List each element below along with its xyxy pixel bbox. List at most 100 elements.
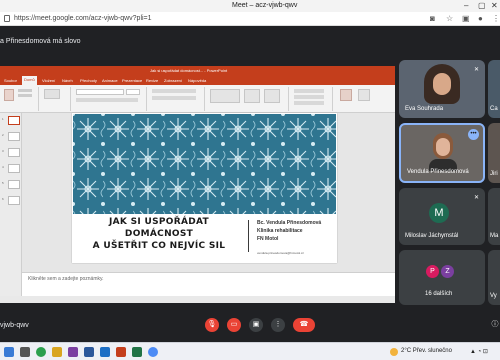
more-options-icon[interactable]: ••• — [468, 129, 479, 140]
self-tile[interactable]: Vy — [488, 250, 500, 305]
paste-icon[interactable] — [4, 89, 14, 101]
lock-icon — [4, 15, 10, 22]
slide-title: JAK SI USPOŘÁDAT DOMÁCNOST A UŠETŘIT CO … — [78, 216, 240, 252]
minimize-icon[interactable]: – — [464, 1, 468, 10]
chrome-icon[interactable] — [36, 347, 46, 357]
url-text[interactable]: https://meet.google.com/acz-vjwb-qwv?pli… — [14, 15, 152, 22]
tab-animace[interactable]: Animace — [102, 78, 118, 83]
slide-thumbnail[interactable] — [8, 180, 20, 189]
outlook-icon[interactable] — [100, 347, 110, 357]
profile-icon[interactable]: ● — [478, 14, 483, 23]
extensions-icon[interactable]: ▣ — [462, 14, 470, 23]
participant-tile[interactable]: M ✕ Miloslav Jáchymstál — [399, 188, 485, 245]
tab-navrh[interactable]: Návrh — [62, 78, 73, 83]
participant-name: Miloslav Jáchymstál — [405, 233, 459, 239]
maximize-icon[interactable]: ▢ — [478, 1, 486, 10]
tab-prezentace[interactable]: Prezentace — [122, 78, 142, 83]
current-slide[interactable]: JAK SI USPOŘÁDAT DOMÁCNOST A UŠETŘIT CO … — [72, 113, 337, 263]
camera-off-button[interactable]: ▭ — [227, 318, 241, 332]
participant-name: Vendula Přinesdomová — [407, 169, 469, 175]
weather-text: 2°C Přev. slunečno — [401, 348, 452, 354]
browser-icon[interactable] — [148, 347, 158, 357]
powerpoint-ribbon — [0, 85, 395, 113]
slide-thumbnail[interactable] — [8, 116, 20, 125]
paragraph-buttons[interactable] — [152, 89, 196, 93]
speaker-notes-pane[interactable]: Klikněte sem a zadejte poznámky. — [22, 272, 395, 296]
arrange-button[interactable] — [244, 89, 260, 103]
slide-thumbnail[interactable] — [8, 132, 20, 141]
others-tile[interactable]: P Z 16 dalších — [399, 250, 485, 305]
thumb-number: 4 — [2, 165, 4, 169]
slide-author-block: Bc. Vendula Přinesdomová Klinika rehabil… — [257, 219, 321, 243]
participant-name: Vy — [490, 293, 497, 299]
thumb-number: 6 — [2, 197, 4, 201]
system-tray-icons[interactable]: ▲ ◔ ⊡ — [470, 348, 488, 355]
shapes-gallery[interactable] — [210, 89, 240, 103]
ribbon-divider — [332, 87, 333, 111]
font-size-select[interactable] — [126, 89, 140, 95]
quick-styles-button[interactable] — [264, 89, 280, 103]
thumb-number: 2 — [2, 133, 4, 137]
excel-icon[interactable] — [132, 347, 142, 357]
participant-tile-active[interactable]: ••• Vendula Přinesdomová — [399, 123, 485, 183]
font-family-select[interactable] — [76, 89, 124, 95]
search-icon[interactable] — [20, 347, 30, 357]
menu-icon[interactable]: ⋮ — [492, 14, 500, 23]
ribbon-divider — [288, 87, 289, 111]
participant-tile[interactable]: ✕ Eva Souhrada — [399, 60, 485, 118]
more-options-button[interactable]: ⋮ — [271, 318, 285, 332]
replace-button[interactable] — [294, 95, 324, 99]
file-explorer-icon[interactable] — [52, 347, 62, 357]
hang-up-button[interactable]: ☎ — [293, 318, 315, 332]
tab-soubor[interactable]: Soubor — [4, 78, 17, 83]
camera-icon[interactable]: ◙ — [430, 14, 435, 23]
address-bar[interactable]: https://meet.google.com/acz-vjwb-qwv?pli… — [0, 12, 500, 26]
find-button[interactable] — [294, 89, 324, 93]
slide-thumbnail[interactable] — [8, 196, 20, 205]
tab-domu[interactable]: Domů — [22, 76, 37, 85]
windows-start-icon[interactable] — [4, 347, 14, 357]
slide-thumbnail[interactable] — [8, 148, 20, 157]
mic-off-icon: ✕ — [473, 195, 479, 201]
cut-icon[interactable] — [18, 89, 32, 92]
new-slide-icon[interactable] — [44, 89, 60, 99]
participant-tile[interactable]: Jiri — [488, 123, 500, 183]
dictate-icon[interactable] — [340, 89, 352, 101]
presenter-label: a Přinesdomová má slovo — [0, 38, 81, 45]
font-format-buttons[interactable] — [76, 98, 138, 102]
participant-name: Ca — [490, 106, 498, 112]
word-icon[interactable] — [84, 347, 94, 357]
tab-napoveda[interactable]: Nápověda — [188, 78, 206, 83]
windows-taskbar: 2°C Přev. slunečno ▲ ◔ ⊡ — [0, 342, 500, 360]
close-icon[interactable]: ✕ — [491, 1, 498, 10]
tab-prechody[interactable]: Přechody — [80, 78, 97, 83]
mic-off-button[interactable]: 🎙 — [205, 318, 219, 332]
app-icon[interactable] — [68, 347, 78, 357]
alignment-buttons[interactable] — [152, 96, 196, 100]
info-icon[interactable]: ⓘ — [488, 318, 500, 332]
window-title: Meet – acz-vjwb-qwv — [232, 2, 298, 9]
powerpoint-title-bar: Jak si uspořádat domácnost... - PowerPoi… — [0, 66, 395, 75]
notes-placeholder: Klikněte sem a zadejte poznámky. — [28, 276, 104, 282]
designer-icon[interactable] — [358, 89, 370, 101]
powerpoint-icon[interactable] — [116, 347, 126, 357]
meet-header: a Přinesdomová má slovo — [0, 26, 500, 60]
select-button[interactable] — [294, 101, 324, 105]
author-department: Klinika rehabilitace — [257, 228, 303, 234]
ribbon-divider — [204, 87, 205, 111]
slide-title-line-1: JAK SI USPOŘÁDAT DOMÁCNOST — [109, 217, 209, 239]
others-count: 16 dalších — [425, 291, 453, 297]
powerpoint-title: Jak si uspořádat domácnost... - PowerPoi… — [150, 68, 228, 73]
bookmark-icon[interactable]: ☆ — [446, 14, 453, 23]
participant-tile[interactable]: Ca — [488, 60, 500, 118]
tab-revize[interactable]: Revize — [146, 78, 158, 83]
participant-name: Jiri — [490, 171, 498, 177]
copy-icon[interactable] — [18, 94, 32, 97]
snowflake-pattern — [73, 114, 336, 214]
tab-vlozeni[interactable]: Vložení — [42, 78, 55, 83]
slide-thumbnail[interactable] — [8, 164, 20, 173]
participant-tile[interactable]: Ma — [488, 188, 500, 245]
avatar: M — [429, 203, 449, 223]
present-button[interactable]: ▣ — [249, 318, 263, 332]
tab-zobrazeni[interactable]: Zobrazení — [164, 78, 182, 83]
